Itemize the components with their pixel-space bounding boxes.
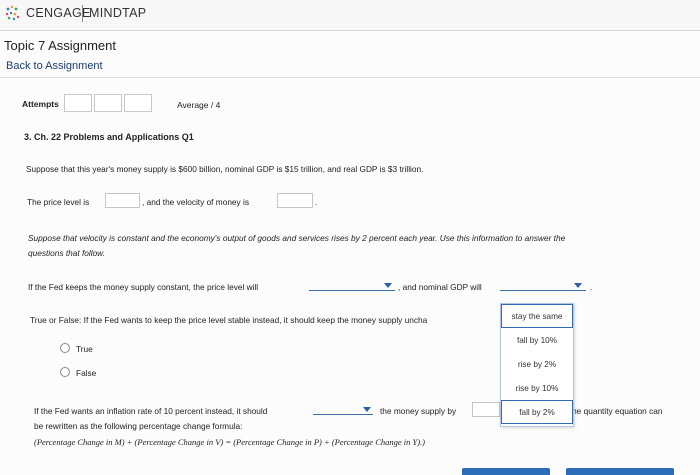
chevron-down-icon[interactable] xyxy=(363,407,371,412)
assumption-line-2: questions that follow. xyxy=(28,248,106,258)
section-divider xyxy=(0,77,700,78)
dropdown-option[interactable]: rise by 2% xyxy=(501,352,573,376)
dropdown-option[interactable]: fall by 10% xyxy=(501,328,573,352)
attempt-box xyxy=(94,94,122,112)
attempt-box xyxy=(124,94,152,112)
average-label: Average / 4 xyxy=(177,100,221,110)
inflation-dropdown[interactable] xyxy=(313,414,373,415)
brand-divider xyxy=(82,5,83,22)
price-level-dropdown[interactable] xyxy=(309,290,395,291)
price-level-input[interactable] xyxy=(105,193,140,208)
cengage-logo-icon xyxy=(5,5,20,21)
percentage-change-formula: (Percentage Change in M) + (Percentage C… xyxy=(34,437,426,447)
money-supply-label: the money supply by xyxy=(380,406,457,416)
dropdown-option[interactable]: rise by 10% xyxy=(501,376,573,400)
velocity-label: , and the velocity of money is xyxy=(142,197,249,207)
dropdown-option[interactable]: stay the same xyxy=(501,304,573,328)
question-title: 3. Ch. 22 Problems and Applications Q1 xyxy=(24,132,194,142)
sentence-period: . xyxy=(590,282,593,292)
nominal-gdp-dropdown[interactable] xyxy=(500,290,586,291)
velocity-input[interactable] xyxy=(277,193,313,208)
fed-constant-label: If the Fed keeps the money supply consta… xyxy=(28,282,259,292)
inflation-label: If the Fed wants an inflation rate of 10… xyxy=(34,406,268,416)
true-option-label: True xyxy=(76,344,93,354)
brand-name: CENGAGE xyxy=(26,6,91,20)
header-divider xyxy=(0,30,700,31)
true-radio[interactable] xyxy=(60,343,70,353)
false-option-label: False xyxy=(76,368,97,378)
nominal-gdp-label: , and nominal GDP will xyxy=(398,282,482,292)
false-radio[interactable] xyxy=(60,367,70,377)
question-intro: Suppose that this year's money supply is… xyxy=(26,164,424,174)
sentence-period: . xyxy=(315,197,318,207)
dropdown-menu: stay the same fall by 10% rise by 2% ris… xyxy=(500,303,574,427)
rewrite-line: be rewritten as the following percentage… xyxy=(34,421,243,431)
money-supply-input[interactable] xyxy=(472,402,500,417)
chevron-down-icon[interactable] xyxy=(574,283,582,288)
price-level-label: The price level is xyxy=(27,197,90,207)
page-title: Topic 7 Assignment xyxy=(4,38,117,53)
attempts-label: Attempts xyxy=(22,99,59,109)
product-name: MINDTAP xyxy=(89,6,147,20)
quantity-equation-text: The quantity equation can xyxy=(567,406,663,416)
true-false-prompt: True or False: If the Fed wants to keep … xyxy=(30,315,428,325)
dropdown-option[interactable]: fall by 2% xyxy=(501,400,573,424)
assumption-line-1: Suppose that velocity is constant and th… xyxy=(28,233,566,243)
attempt-box xyxy=(64,94,92,112)
bottom-button[interactable] xyxy=(462,468,550,475)
bottom-button[interactable] xyxy=(566,468,674,475)
chevron-down-icon[interactable] xyxy=(384,283,392,288)
back-to-assignment-link[interactable]: Back to Assignment xyxy=(6,60,103,72)
